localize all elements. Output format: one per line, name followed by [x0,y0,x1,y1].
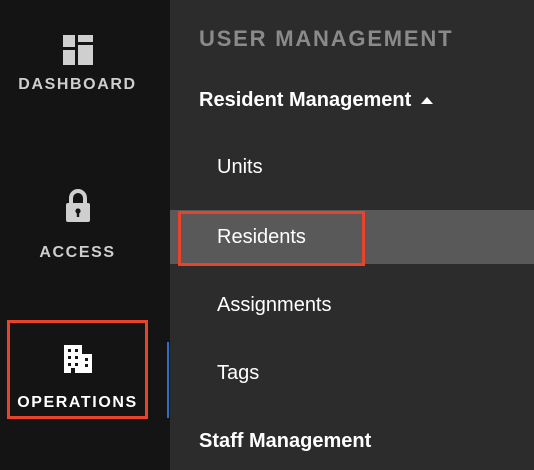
lock-icon [58,186,98,226]
group-staff-management[interactable]: Staff Management [199,430,371,453]
submenu-item-label: Units [217,155,263,178]
group-resident-management[interactable]: Resident Management [199,89,434,112]
submenu-item-assignments[interactable]: Assignments [170,278,534,332]
group-resident-management-label: Resident Management [199,89,412,111]
section-title: USER MANAGEMENT [199,26,454,51]
building-icon [58,338,98,378]
submenu-item-label: Tags [217,361,260,384]
nav-operations-label: OPERATIONS [17,394,138,411]
dashboard-icon [58,30,98,70]
group-staff-management-label: Staff Management [199,430,372,452]
active-indicator-line [167,342,169,418]
submenu-item-residents[interactable]: Residents [170,210,534,264]
nav-access-label: ACCESS [39,244,116,261]
submenu-item-label: Assignments [217,293,332,316]
nav-access[interactable]: ACCESS [0,186,155,262]
submenu-item-tags[interactable]: Tags [170,346,534,400]
nav-operations[interactable]: OPERATIONS [0,338,155,412]
primary-nav-rail: DASHBOARD ACCESS OPERATIONS [0,0,170,470]
submenu-panel: USER MANAGEMENT Resident Management Unit… [170,0,534,470]
caret-up-icon [421,97,434,104]
submenu-item-label: Residents [217,225,306,248]
app-root: DASHBOARD ACCESS OPERATIONS USER MANAGEM… [0,0,534,470]
nav-dashboard[interactable]: DASHBOARD [0,30,155,94]
nav-dashboard-label: DASHBOARD [18,76,137,93]
submenu-item-units[interactable]: Units [170,140,534,194]
